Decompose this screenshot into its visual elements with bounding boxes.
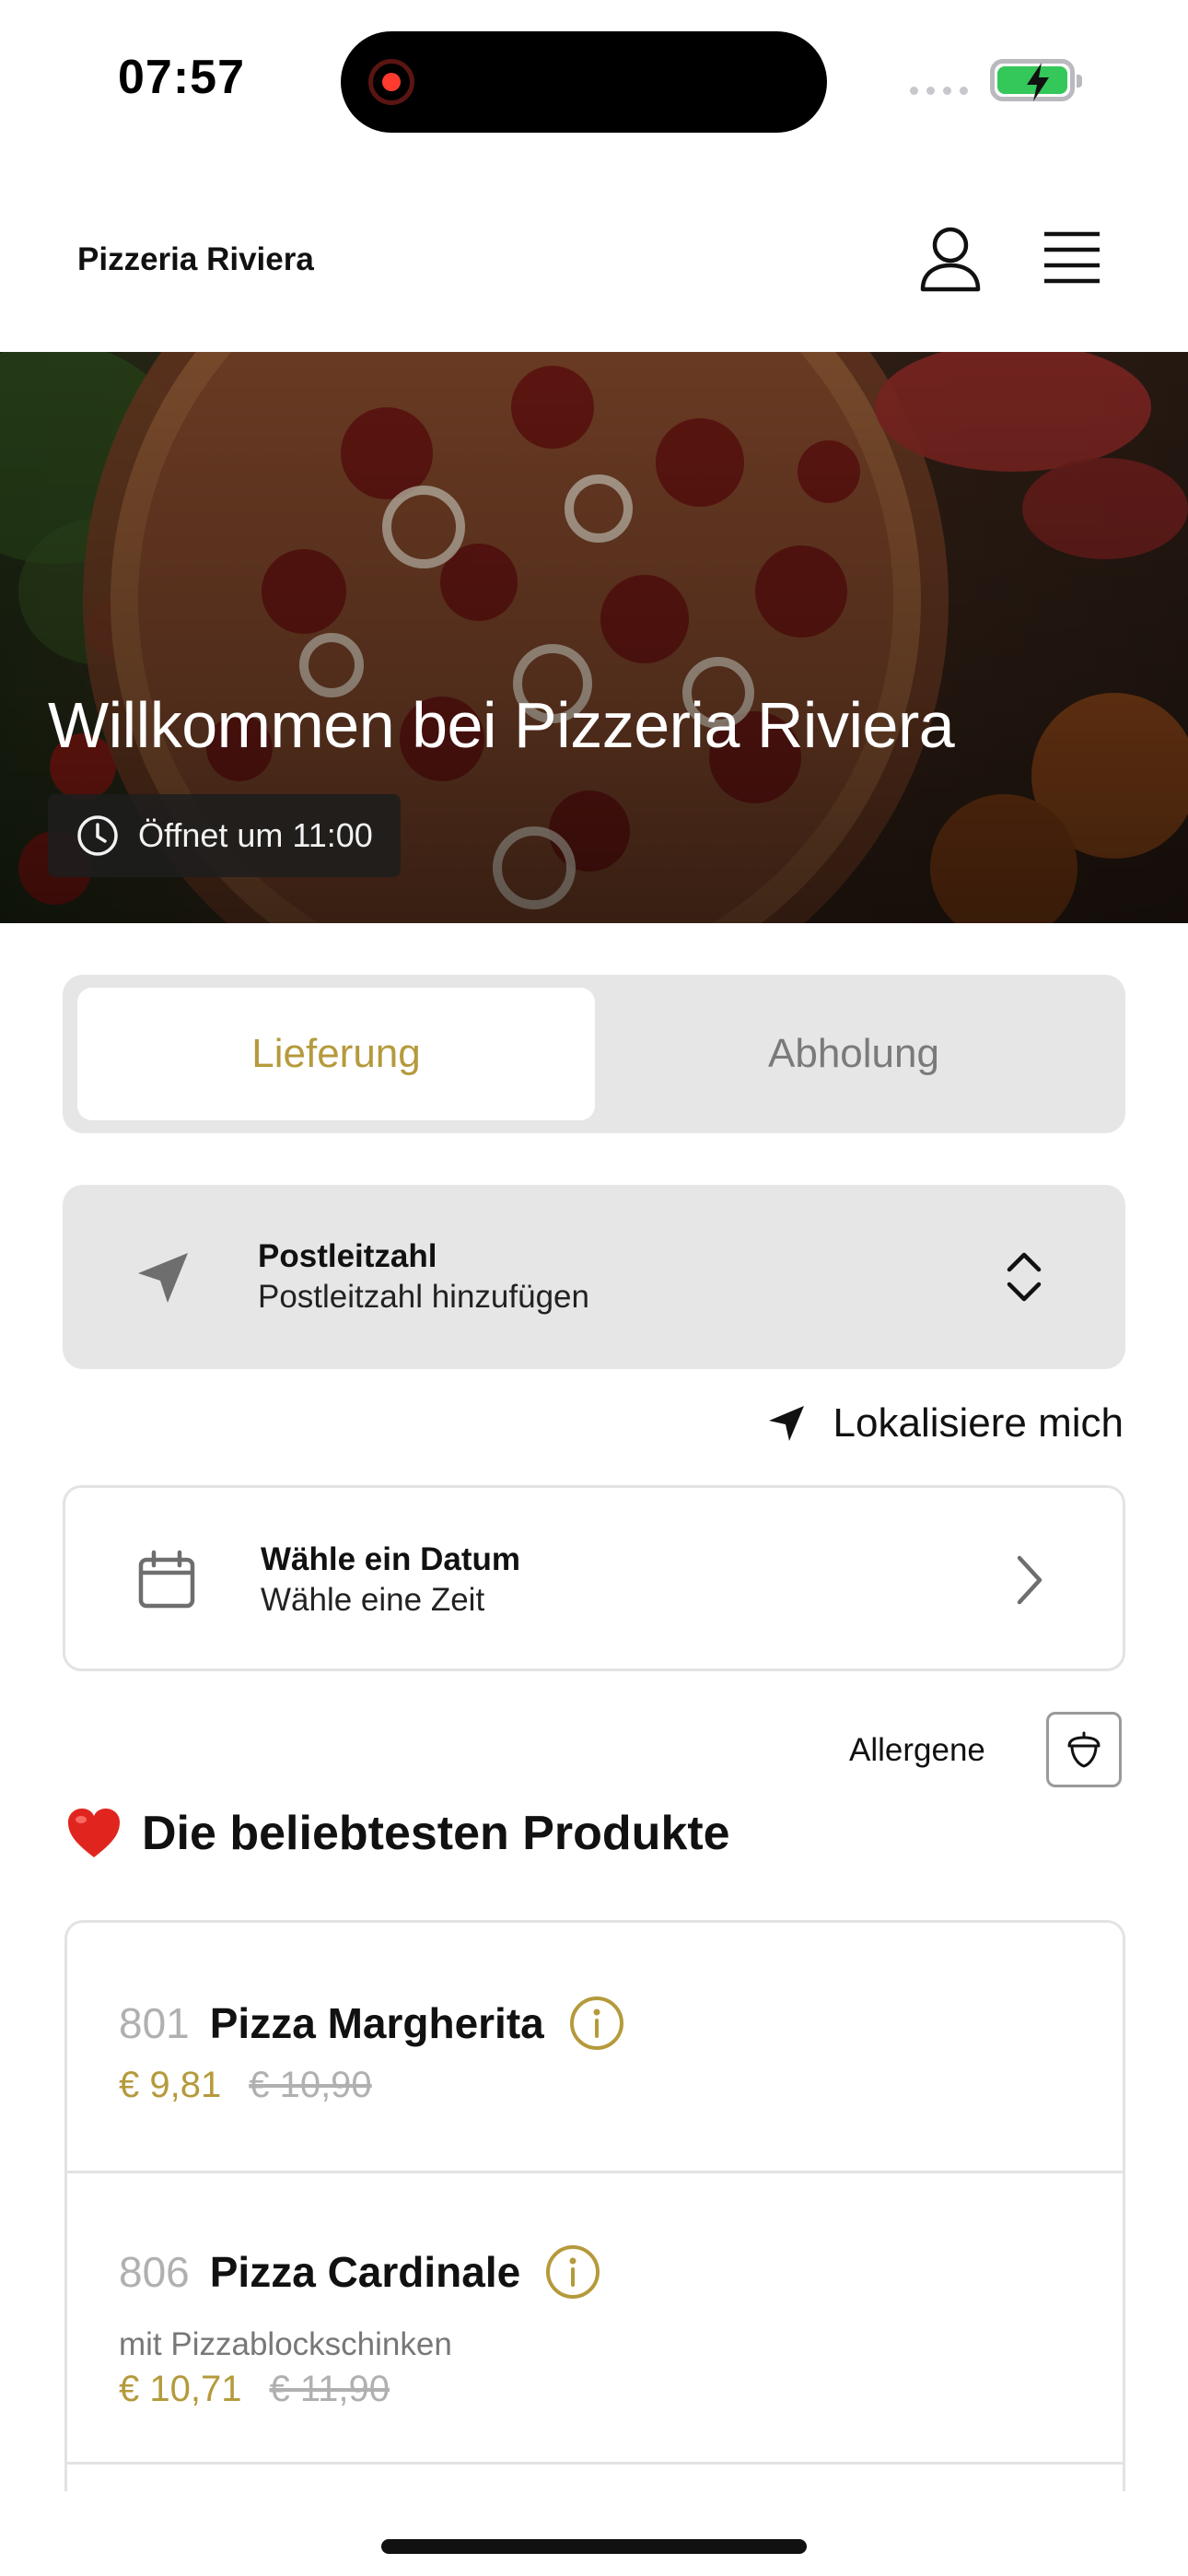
- info-icon[interactable]: [568, 1995, 625, 2052]
- acorn-icon: [1067, 1731, 1101, 1768]
- product-item[interactable]: 801 Pizza Margherita € 9,81 € 10,90: [67, 1923, 1123, 2173]
- clock-icon: [77, 815, 118, 856]
- chevron-up-down-icon: [1007, 1252, 1042, 1302]
- locate-me-label: Lokalisiere mich: [833, 1400, 1124, 1446]
- product-old-price: € 10,90: [249, 2065, 372, 2105]
- time-subtitle: Wähle eine Zeit: [261, 1582, 485, 1618]
- battery-icon: [990, 59, 1082, 101]
- heart-icon: [68, 1809, 120, 1857]
- status-time: 07:57: [118, 51, 245, 104]
- popular-products-heading: Die beliebtesten Produkte: [64, 1806, 730, 1861]
- brand-name[interactable]: Pizzeria Riviera: [77, 241, 314, 278]
- date-title: Wähle ein Datum: [261, 1541, 520, 1577]
- hamburger-menu-icon[interactable]: [1039, 227, 1105, 291]
- product-number: 806: [119, 2248, 190, 2296]
- product-list: 801 Pizza Margherita € 9,81 € 10,90 806 …: [64, 1920, 1125, 2491]
- allergens-button[interactable]: [1046, 1712, 1122, 1787]
- navigation-arrow-icon: [768, 1406, 804, 1441]
- product-number: 801: [119, 1999, 190, 2047]
- tab-lieferung[interactable]: Lieferung: [77, 988, 595, 1120]
- location-arrow-icon: [138, 1253, 188, 1303]
- charging-bolt-icon: [1027, 63, 1049, 101]
- home-indicator[interactable]: [381, 2539, 807, 2554]
- order-type-segmented-control: Lieferung Abholung: [63, 975, 1125, 1133]
- dynamic-island: [341, 31, 827, 133]
- allergens-label: Allergene: [849, 1732, 985, 1768]
- product-old-price: € 11,90: [269, 2369, 390, 2409]
- tab-abholung[interactable]: Abholung: [595, 988, 1112, 1120]
- chevron-right-icon: [1017, 1555, 1042, 1605]
- info-icon[interactable]: [544, 2243, 601, 2301]
- product-price: € 10,71: [119, 2369, 242, 2409]
- product-price: € 9,81: [119, 2065, 222, 2105]
- status-bar: 07:57: [0, 0, 1188, 157]
- postal-code-placeholder: Postleitzahl hinzufügen: [258, 1279, 589, 1315]
- hero-title: Willkommen bei Pizzeria Riviera: [48, 689, 955, 761]
- opening-hours-text: Öffnet um 11:00: [138, 816, 373, 854]
- postal-code-selector[interactable]: Postleitzahl Postleitzahl hinzufügen: [63, 1185, 1125, 1369]
- signal-icon: [910, 87, 968, 95]
- product-description: mit Pizzablockschinken: [119, 2326, 452, 2362]
- calendar-icon: [138, 1550, 195, 1609]
- product-name: Pizza Margherita: [209, 1999, 544, 2047]
- date-time-selector[interactable]: Wähle ein Datum Wähle eine Zeit: [63, 1485, 1125, 1671]
- product-item[interactable]: 806 Pizza Cardinale mit Pizzablockschink…: [67, 2173, 1123, 2465]
- hero-banner: Willkommen bei Pizzeria Riviera Öffnet u…: [0, 352, 1188, 923]
- person-icon[interactable]: [914, 223, 987, 297]
- product-name: Pizza Cardinale: [209, 2248, 521, 2296]
- app-header: Pizzeria Riviera: [0, 157, 1188, 352]
- opening-hours-badge: Öffnet um 11:00: [48, 794, 401, 877]
- locate-me-button[interactable]: Lokalisiere mich: [765, 1400, 1124, 1446]
- postal-code-title: Postleitzahl: [258, 1238, 437, 1274]
- popular-products-title: Die beliebtesten Produkte: [142, 1807, 730, 1860]
- recording-indicator-icon: [368, 59, 414, 105]
